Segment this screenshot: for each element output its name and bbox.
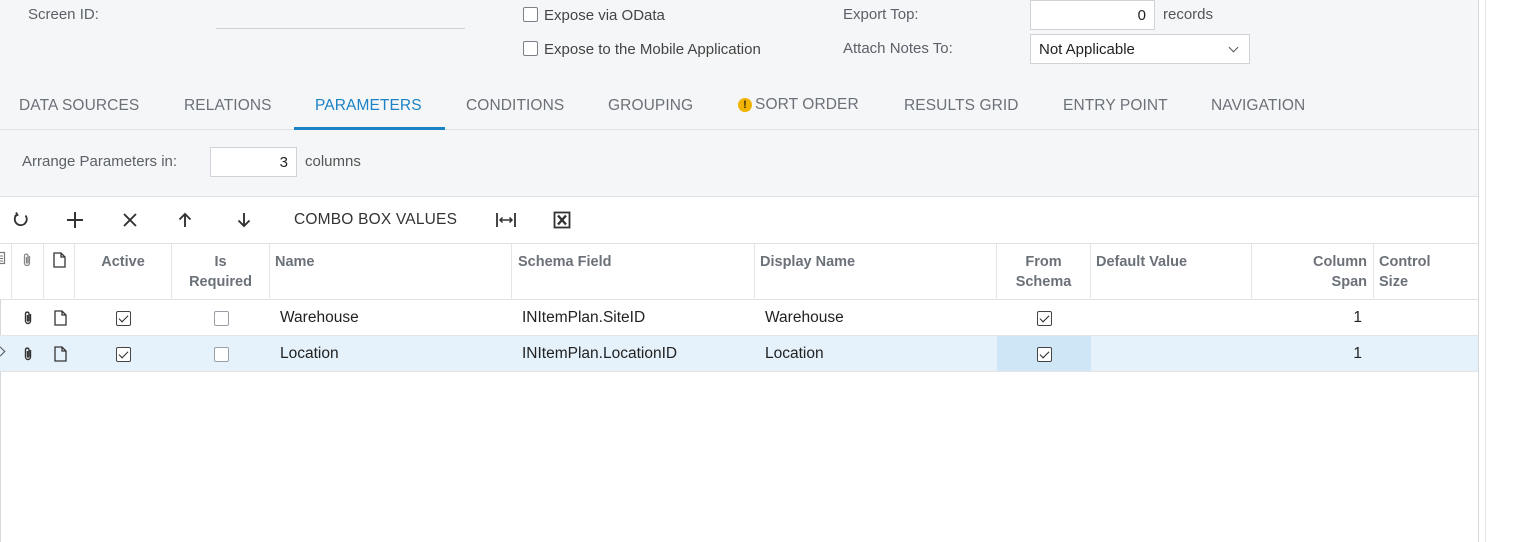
export-excel-button[interactable] — [551, 207, 573, 233]
screen-id-label: Screen ID: — [28, 6, 99, 23]
table-row[interactable]: Location INItemPlan.LocationID Location … — [0, 336, 1478, 372]
arrow-up-icon — [178, 212, 192, 227]
is-required-line2: Required — [189, 274, 252, 290]
attach-notes-label: Attach Notes To: — [843, 40, 953, 57]
name-cell[interactable]: Warehouse — [280, 300, 359, 336]
from-schema-cell-focused[interactable] — [997, 336, 1091, 371]
move-down-button[interactable] — [233, 207, 255, 233]
chevron-down-icon — [1228, 42, 1239, 53]
list-icon — [0, 251, 6, 265]
schema-field-cell[interactable]: INItemPlan.LocationID — [522, 336, 677, 372]
move-up-button[interactable] — [174, 207, 196, 233]
schema-field-column-header[interactable]: Schema Field — [512, 244, 755, 300]
tab-sort-order[interactable]: ! SORT ORDER — [738, 96, 859, 114]
is-required-checkbox[interactable] — [214, 347, 229, 362]
tab-grouping[interactable]: GROUPING — [608, 97, 693, 115]
arrange-label: Arrange Parameters in: — [22, 153, 178, 170]
column-span-cell[interactable]: 1 — [1252, 336, 1362, 372]
control-size-line1: Control — [1379, 254, 1431, 270]
add-button[interactable] — [63, 207, 87, 233]
tab-relations[interactable]: RELATIONS — [184, 97, 272, 115]
export-top-input[interactable]: 0 — [1030, 0, 1155, 30]
tab-parameters[interactable]: PARAMETERS — [315, 97, 422, 115]
attach-notes-value: Not Applicable — [1039, 41, 1135, 58]
schema-field-cell[interactable]: INItemPlan.SiteID — [522, 300, 645, 336]
active-column-header[interactable]: Active — [75, 244, 172, 300]
note-icon — [54, 310, 67, 326]
warning-icon: ! — [738, 98, 752, 112]
from-schema-line2: Schema — [1015, 274, 1072, 290]
current-row-indicator-icon — [0, 346, 6, 357]
control-size-column-header[interactable]: Control Size — [1374, 244, 1478, 300]
tab-results-grid[interactable]: RESULTS GRID — [904, 97, 1019, 115]
from-schema-line1: From — [1025, 254, 1062, 270]
combo-box-values-button[interactable]: COMBO BOX VALUES — [294, 211, 457, 229]
name-cell[interactable]: Location — [280, 336, 339, 372]
grid-toolbar: COMBO BOX VALUES — [0, 197, 1478, 244]
files-column-header[interactable] — [12, 244, 44, 300]
export-top-label: Export Top: — [843, 6, 919, 23]
paperclip-icon — [24, 347, 32, 361]
note-icon — [54, 346, 67, 362]
notes-column-header[interactable] — [44, 244, 75, 300]
form-header: Screen ID: Expose via OData Expose to th… — [0, 0, 1478, 82]
display-name-cell[interactable]: Location — [765, 336, 824, 372]
paperclip-icon — [24, 311, 32, 325]
column-span-line1: Column — [1313, 254, 1367, 270]
expose-mobile-checkbox[interactable] — [523, 41, 538, 56]
attach-notes-select[interactable]: Not Applicable — [1030, 34, 1250, 64]
is-required-checkbox[interactable] — [214, 311, 229, 326]
row-selector-header[interactable] — [0, 244, 12, 300]
table-row[interactable]: Warehouse INItemPlan.SiteID Warehouse 1 — [0, 300, 1478, 336]
records-label: records — [1163, 6, 1214, 23]
tab-data-sources[interactable]: DATA SOURCES — [19, 97, 139, 115]
tab-bar: DATA SOURCES RELATIONS PARAMETERS CONDIT… — [0, 82, 1478, 130]
is-required-column-header[interactable]: Is Required — [172, 244, 270, 300]
fit-columns-button[interactable] — [494, 207, 518, 233]
control-size-line2: Size — [1379, 274, 1409, 290]
fit-columns-icon — [496, 213, 516, 227]
notes-cell[interactable] — [54, 336, 70, 372]
export-excel-icon — [553, 211, 571, 229]
grid-header: Active Is Required Name Schema Field Dis… — [0, 244, 1478, 300]
active-checkbox[interactable] — [116, 311, 131, 326]
from-schema-column-header[interactable]: From Schema — [997, 244, 1091, 300]
arrange-panel: Arrange Parameters in: 3 columns — [0, 130, 1478, 197]
display-name-column-header[interactable]: Display Name — [755, 244, 997, 300]
tab-conditions[interactable]: CONDITIONS — [466, 97, 564, 115]
arrange-columns-input[interactable]: 3 — [210, 147, 297, 177]
tab-navigation[interactable]: NAVIGATION — [1211, 97, 1305, 115]
files-cell[interactable] — [22, 300, 38, 336]
column-span-cell[interactable]: 1 — [1252, 300, 1362, 336]
tab-entry-point[interactable]: ENTRY POINT — [1063, 97, 1168, 115]
display-name-cell[interactable]: Warehouse — [765, 300, 844, 336]
expose-mobile-label: Expose to the Mobile Application — [544, 41, 761, 58]
add-icon — [67, 212, 83, 228]
refresh-button[interactable] — [10, 207, 32, 233]
default-value-column-header[interactable]: Default Value — [1091, 244, 1252, 300]
delete-button[interactable] — [119, 207, 141, 233]
arrow-down-icon — [237, 213, 251, 228]
is-required-line1: Is — [214, 254, 227, 270]
from-schema-checkbox[interactable] — [1037, 347, 1052, 362]
note-icon — [53, 252, 66, 268]
name-column-header[interactable]: Name — [270, 244, 512, 300]
tab-sort-order-label: SORT ORDER — [755, 96, 859, 113]
close-icon — [123, 213, 137, 227]
notes-cell[interactable] — [54, 300, 70, 336]
files-cell[interactable] — [22, 336, 38, 372]
expose-odata-label: Expose via OData — [544, 7, 665, 24]
active-checkbox[interactable] — [116, 347, 131, 362]
arrange-suffix: columns — [305, 153, 361, 170]
paperclip-icon — [23, 253, 31, 267]
column-span-line2: Span — [1331, 274, 1367, 290]
from-schema-checkbox[interactable] — [1037, 311, 1052, 326]
column-span-column-header[interactable]: Column Span — [1252, 244, 1374, 300]
expose-odata-checkbox[interactable] — [523, 7, 538, 22]
screen-id-field[interactable] — [216, 28, 465, 29]
outer-border — [1485, 0, 1486, 542]
refresh-icon — [13, 212, 28, 227]
